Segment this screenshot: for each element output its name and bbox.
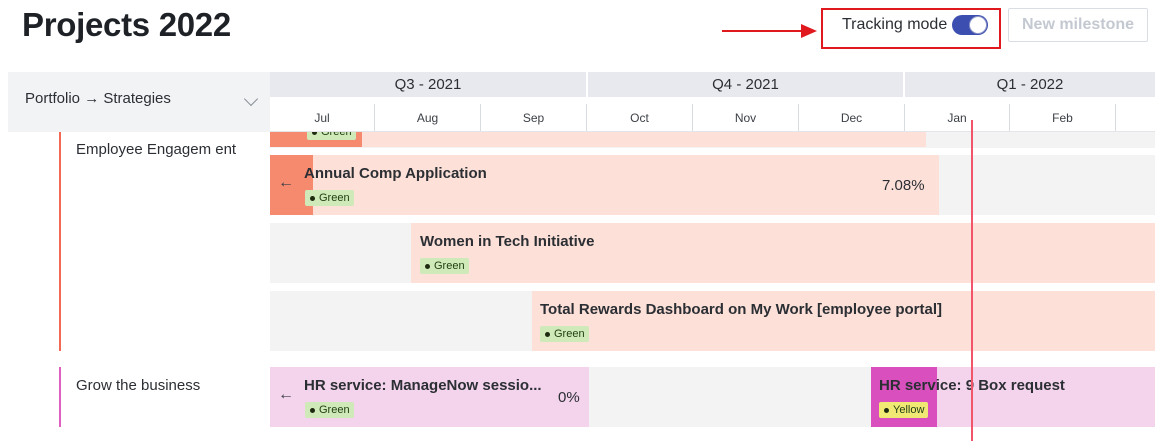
month-header: Oct bbox=[587, 104, 693, 132]
status-badge: Green bbox=[305, 190, 354, 206]
arrow-left-icon[interactable]: ← bbox=[278, 386, 294, 404]
progress-percent: 7.08% bbox=[882, 177, 925, 194]
quarter-header-q1-2022: Q1 - 2022 bbox=[905, 72, 1155, 97]
progress-percent: 0% bbox=[558, 389, 580, 406]
portfolio-strategies-dropdown[interactable]: Portfolio → Strategies bbox=[8, 72, 270, 132]
group-label-employee-engagement: Employee Engagem ent bbox=[76, 141, 237, 158]
month-header: Aug bbox=[375, 104, 481, 132]
status-badge: Green bbox=[540, 326, 589, 342]
milestone-bar-partial[interactable]: Green bbox=[270, 132, 926, 147]
page-title: Projects 2022 bbox=[22, 6, 231, 43]
filter-label: Portfolio → Strategies bbox=[25, 90, 171, 107]
month-header: Jul bbox=[270, 104, 375, 132]
status-badge: Yellow bbox=[879, 402, 929, 418]
milestone-bar-hr-9-box[interactable]: HR service: 9 Box request Yellow bbox=[871, 367, 1155, 427]
milestone-bar-hr-managenow[interactable]: ← HR service: ManageNow sessio... Green … bbox=[270, 367, 589, 427]
tracking-mode-label: Tracking mode bbox=[842, 16, 948, 33]
annotation-arrow-line bbox=[722, 30, 802, 32]
milestone-title: Annual Comp Application bbox=[304, 165, 487, 182]
status-badge: Green bbox=[420, 258, 469, 274]
month-header: Dec bbox=[799, 104, 905, 132]
milestone-bar-annual-comp[interactable]: ← Annual Comp Application Green 7.08% bbox=[270, 155, 939, 215]
group-color-line bbox=[59, 367, 61, 427]
status-badge: Green bbox=[307, 132, 356, 140]
today-marker-line bbox=[971, 120, 973, 441]
milestone-title: Women in Tech Initiative bbox=[420, 233, 595, 250]
quarter-header-q3-2021: Q3 - 2021 bbox=[270, 72, 586, 97]
milestone-title: HR service: ManageNow sessio... bbox=[304, 377, 542, 394]
toggle-knob bbox=[969, 16, 987, 34]
chevron-down-icon bbox=[243, 91, 259, 107]
month-header: Nov bbox=[693, 104, 799, 132]
group-label-grow-the-business: Grow the business bbox=[76, 377, 201, 394]
annotation-arrow-head-icon bbox=[801, 24, 817, 38]
progress-fill bbox=[871, 367, 937, 427]
milestone-bar-total-rewards[interactable]: Total Rewards Dashboard on My Work [empl… bbox=[532, 291, 1155, 351]
milestone-title: Total Rewards Dashboard on My Work [empl… bbox=[540, 301, 943, 318]
new-milestone-button[interactable]: New milestone bbox=[1008, 8, 1148, 42]
month-header: Sep bbox=[481, 104, 587, 132]
arrow-left-icon[interactable]: ← bbox=[278, 174, 294, 192]
month-header: Jan bbox=[905, 104, 1010, 132]
status-badge: Green bbox=[305, 402, 354, 418]
milestone-bar-women-in-tech[interactable]: Women in Tech Initiative Green bbox=[411, 223, 1155, 283]
group-color-line bbox=[59, 132, 61, 351]
tracking-mode-toggle[interactable] bbox=[952, 15, 988, 35]
month-header: Feb bbox=[1010, 104, 1116, 132]
quarter-header-q4-2021: Q4 - 2021 bbox=[588, 72, 903, 97]
